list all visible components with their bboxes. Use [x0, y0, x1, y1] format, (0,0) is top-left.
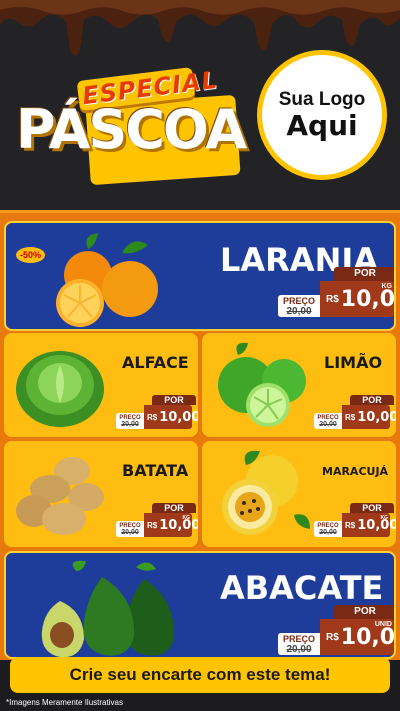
preco-label: PREÇO: [282, 633, 315, 644]
price-tag: POR PREÇO 20,00 R$ 10,00: [314, 395, 396, 429]
unit: KG: [381, 283, 393, 290]
old-price: 20,00: [121, 528, 139, 536]
cta-banner[interactable]: Crie seu encarte com este tema!: [10, 657, 390, 693]
logo-line2: Aqui: [286, 108, 358, 142]
new-price-box: R$ 10,00 KG: [144, 513, 198, 537]
new-price-box: R$ 10,00 KG: [320, 281, 394, 317]
price: 10,00: [357, 517, 396, 533]
title-main: PÁSCOA: [16, 98, 247, 161]
unit: KG: [380, 515, 389, 521]
por-label: POR: [334, 267, 394, 281]
product-card-batata[interactable]: BATATA POR PREÇO 20,00 R$ 10,00 KG: [4, 441, 198, 547]
product-card-laranja[interactable]: -50% LARANJA POR PREÇO 20,00 R$ 10,00: [4, 221, 396, 331]
price-tag: POR PREÇO 20,00 R$ 10,00: [116, 395, 198, 429]
price-tag: POR PREÇO 20,00 R$ 10,00 KG: [278, 267, 394, 317]
price: 10,00: [159, 517, 198, 533]
currency: R$: [326, 631, 339, 643]
product-name: BATATA: [122, 461, 189, 480]
old-price-box: PREÇO 20,00: [314, 521, 342, 537]
price-tag: POR PREÇO 20,00 R$ 10,00 KG: [314, 503, 396, 537]
old-price-box: PREÇO 20,00: [116, 413, 144, 429]
currency: R$: [326, 293, 339, 305]
product-name: ALFACE: [122, 353, 189, 372]
old-price: 20,00: [286, 305, 312, 317]
por-label: POR: [334, 605, 394, 619]
old-price: 20,00: [121, 420, 139, 428]
por-label: POR: [152, 503, 196, 513]
product-card-alface[interactable]: ALFACE POR PREÇO 20,00 R$ 10,00: [4, 333, 198, 437]
unit: KG: [182, 515, 191, 521]
logo-line1: Sua Logo: [278, 88, 366, 110]
avocado-icon: [41, 560, 175, 657]
price-tag: POR PREÇO 20,00 R$ 10,00 UNID: [278, 605, 394, 655]
old-price-box: PREÇO 20,00: [314, 413, 342, 429]
por-label: POR: [152, 395, 196, 405]
new-price-box: R$ 10,00 UNID: [320, 619, 394, 655]
currency: R$: [345, 520, 356, 530]
product-card-maracuja[interactable]: MARACUJÁ POR PREÇO 20,00 R$ 10,00 KG: [202, 441, 396, 547]
por-label: POR: [350, 395, 394, 405]
old-price-box: PREÇO 20,00: [278, 633, 320, 655]
preco-label: PREÇO: [282, 295, 315, 306]
price: 10,00: [340, 624, 396, 650]
new-price-box: R$ 10,00: [144, 405, 198, 429]
product-card-limao[interactable]: LIMÃO POR PREÇO 20,00 R$ 10,00: [202, 333, 396, 437]
passion-fruit-icon: [222, 450, 310, 535]
products-area: -50% LARANJA POR PREÇO 20,00 R$ 10,00: [0, 210, 400, 660]
old-price: 20,00: [286, 643, 312, 655]
currency: R$: [147, 412, 158, 422]
price: 10,00: [340, 286, 396, 312]
old-price-box: PREÇO 20,00: [116, 521, 144, 537]
header: ESPECIAL PÁSCOA Sua Logo Aqui: [0, 0, 400, 210]
unit: UNID: [374, 621, 392, 628]
price: 10,00: [357, 409, 396, 425]
logo-placeholder[interactable]: Sua Logo Aqui: [257, 50, 387, 180]
lettuce-icon: [16, 351, 104, 427]
por-label: POR: [350, 503, 394, 513]
potato-icon: [16, 457, 104, 535]
price-tag: POR PREÇO 20,00 R$ 10,00 KG: [116, 503, 198, 537]
price: 10,00: [159, 409, 198, 425]
old-price: 20,00: [319, 528, 337, 536]
discount-badge: -50%: [16, 247, 46, 263]
product-name: MARACUJÁ: [322, 465, 389, 478]
product-name: ABACATE: [220, 569, 384, 607]
orange-icon: [56, 233, 158, 327]
old-price: 20,00: [319, 420, 337, 428]
lime-icon: [218, 342, 306, 427]
currency: R$: [345, 412, 356, 422]
new-price-box: R$ 10,00 KG: [342, 513, 396, 537]
product-name: LIMÃO: [324, 353, 383, 372]
product-card-abacate[interactable]: ABACATE POR PREÇO 20,00 R$ 10,00 UNID: [4, 551, 396, 659]
currency: R$: [147, 520, 158, 530]
new-price-box: R$ 10,00: [342, 405, 396, 429]
old-price-box: PREÇO 20,00: [278, 295, 320, 317]
disclaimer-note: *Imagens Meramente Ilustrativas: [6, 698, 123, 707]
